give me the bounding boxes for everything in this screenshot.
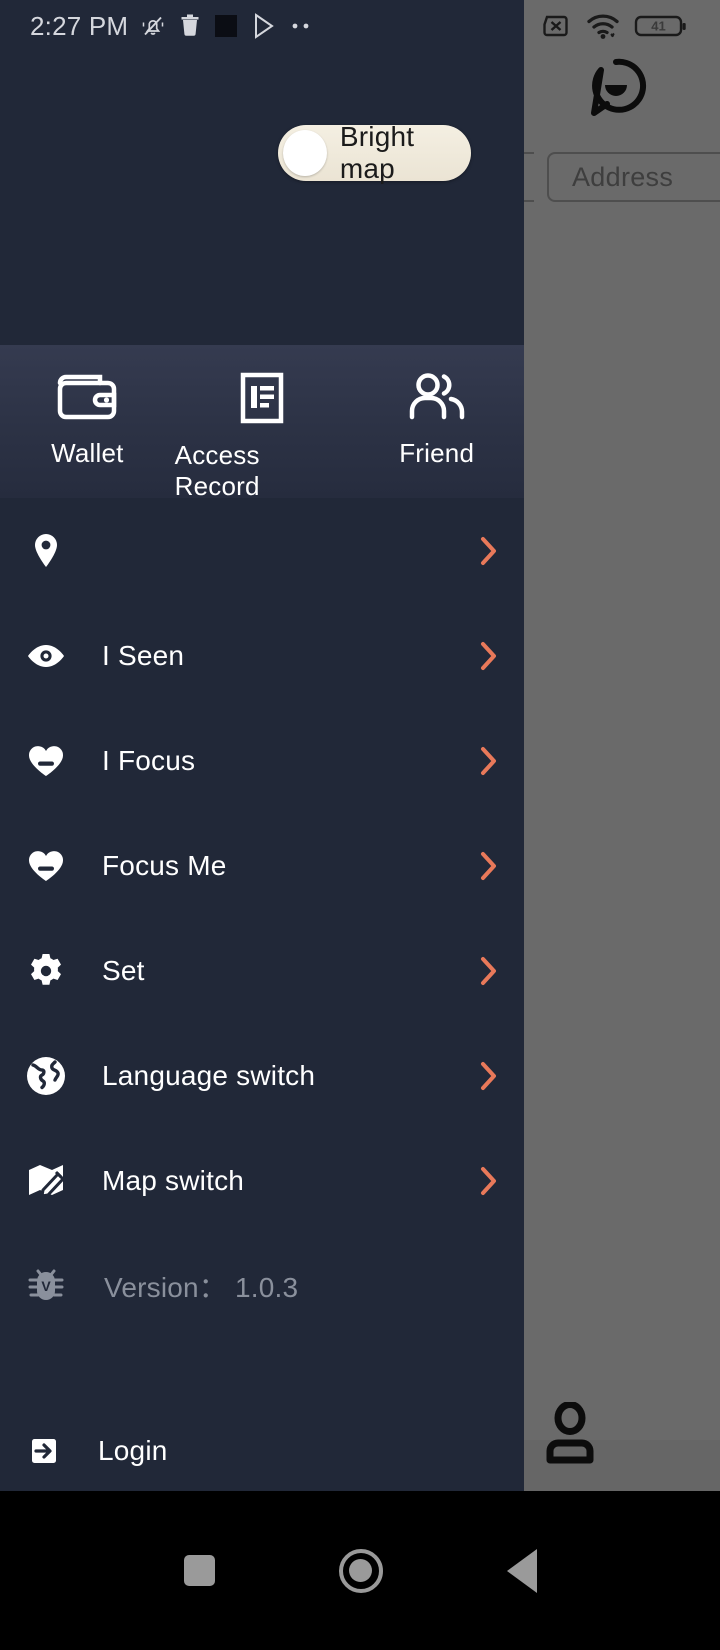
sim-missing-icon — [543, 15, 568, 37]
sign-in-icon — [22, 1429, 66, 1473]
navigation-drawer: Wallet Access Record Friend I Seen I Foc… — [0, 0, 524, 1491]
chevron-right-icon — [478, 1164, 500, 1198]
more-dots-icon — [292, 23, 309, 29]
eye-icon — [24, 634, 68, 678]
chevron-right-icon — [478, 849, 500, 883]
document-record-icon — [240, 372, 284, 424]
drawer-spacer — [0, 1338, 524, 1398]
chevron-right-icon — [478, 954, 500, 988]
gear-icon — [24, 949, 68, 993]
map-edit-icon — [24, 1159, 68, 1203]
battery-icon: 41 — [634, 15, 686, 37]
menu-item-version-label: Version： 1.0.3 — [104, 1271, 299, 1303]
chat-bubble-icon[interactable] — [585, 57, 647, 119]
menu-item-location[interactable] — [0, 498, 524, 603]
drawer-menu-list: I Seen I Focus Focus Me Set Language swi… — [0, 498, 524, 1503]
address-input[interactable]: Address — [547, 152, 720, 202]
phone-screen: Address 2:27 PM 41 Wallet Access Record … — [0, 0, 720, 1650]
people-icon — [409, 373, 464, 420]
chevron-right-icon — [478, 639, 500, 673]
wallet-icon — [58, 374, 117, 420]
chevron-right-icon — [478, 1059, 500, 1093]
recents-button[interactable] — [183, 1555, 215, 1586]
bright-map-toggle[interactable]: Bright map — [278, 121, 471, 184]
menu-item-i-focus-label: I Focus — [102, 744, 196, 776]
location-pin-icon — [24, 529, 68, 573]
status-bar: 2:27 PM 41 — [0, 0, 720, 52]
wifi-icon — [587, 14, 619, 39]
svg-text:V: V — [41, 1278, 51, 1294]
login-no-chevron — [478, 1434, 500, 1468]
android-nav-bar — [0, 1491, 720, 1650]
notifications-silenced-icon — [142, 16, 164, 36]
drawer-shortcut-row: Wallet Access Record Friend — [0, 345, 524, 501]
menu-item-version: V Version： 1.0.3 — [0, 1233, 524, 1338]
shortcut-access-record-label: Access Record — [174, 440, 260, 501]
status-bar-left: 2:27 PM — [0, 0, 524, 52]
menu-item-login[interactable]: Login — [0, 1398, 524, 1503]
status-bar-right: 41 — [524, 0, 720, 52]
person-icon[interactable] — [541, 1402, 599, 1464]
chevron-right-icon — [478, 534, 500, 568]
menu-item-focus-me[interactable]: Focus Me — [0, 813, 524, 918]
bug-icon: V — [24, 1264, 68, 1308]
address-placeholder: Address — [572, 161, 674, 192]
menu-item-language-switch-label: Language switch — [102, 1059, 316, 1091]
chevron-right-icon — [478, 744, 500, 778]
version-no-chevron — [478, 1269, 500, 1303]
menu-item-login-label: Login — [98, 1434, 168, 1466]
menu-item-set-label: Set — [102, 954, 145, 986]
menu-item-i-seen[interactable]: I Seen — [0, 603, 524, 708]
shortcut-access-record[interactable]: Access Record — [175, 371, 350, 502]
heart-icon — [24, 739, 68, 783]
bright-map-toggle-knob[interactable] — [283, 130, 327, 176]
menu-item-focus-me-label: Focus Me — [102, 849, 227, 881]
shortcut-friend-label: Friend — [399, 438, 475, 468]
battery-level-text: 41 — [651, 19, 665, 34]
menu-item-map-switch[interactable]: Map switch — [0, 1128, 524, 1233]
menu-item-i-seen-label: I Seen — [102, 639, 185, 671]
shortcut-wallet-label: Wallet — [51, 438, 124, 468]
home-button[interactable] — [338, 1548, 383, 1593]
square-app-icon — [215, 15, 238, 37]
trash-icon — [181, 14, 199, 36]
menu-item-set[interactable]: Set — [0, 918, 524, 1023]
globe-icon — [24, 1054, 68, 1098]
heart-icon — [24, 844, 68, 888]
menu-item-language-switch[interactable]: Language switch — [0, 1023, 524, 1128]
play-store-icon — [255, 13, 274, 39]
menu-item-map-switch-label: Map switch — [102, 1164, 245, 1196]
status-bar-clock: 2:27 PM — [30, 10, 129, 41]
menu-item-i-focus[interactable]: I Focus — [0, 708, 524, 813]
bright-map-toggle-label: Bright map — [339, 121, 415, 184]
back-button[interactable] — [506, 1548, 537, 1593]
shortcut-wallet[interactable]: Wallet — [0, 371, 175, 469]
shortcut-friend[interactable]: Friend — [349, 371, 524, 469]
